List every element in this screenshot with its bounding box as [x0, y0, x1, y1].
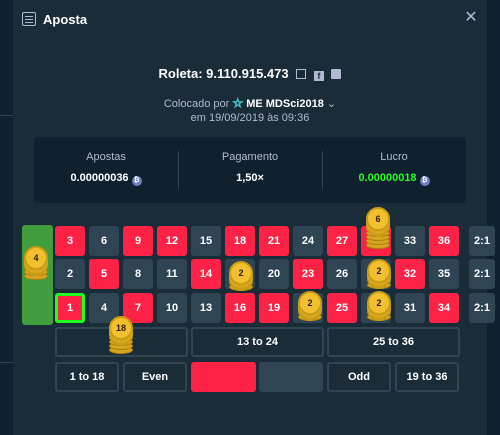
number-cell[interactable]: 10: [157, 293, 187, 323]
bet-id-line: Roleta: 9.110.915.473 f: [13, 66, 487, 81]
number-cell[interactable]: 12: [157, 226, 187, 256]
column-bet-3[interactable]: 2:1: [469, 293, 495, 323]
number-cell[interactable]: 21: [259, 226, 289, 256]
stat-payout-value: 1,50×: [236, 172, 264, 184]
backdrop-divider: [0, 362, 14, 363]
number-cell[interactable]: 24: [293, 226, 323, 256]
number-cell[interactable]: 19: [259, 293, 289, 323]
facebook-icon[interactable]: f: [313, 71, 324, 81]
bet-chip: 2: [367, 259, 391, 283]
number-cell[interactable]: 13: [191, 293, 221, 323]
vip-star-icon: ☆: [232, 96, 244, 111]
copy-icon[interactable]: [296, 69, 307, 79]
twitter-icon[interactable]: [331, 69, 342, 79]
number-cell[interactable]: 27: [327, 226, 357, 256]
bet-slip-icon: [22, 12, 36, 26]
stat-profit-value: 0.00000018 ₿: [322, 172, 466, 186]
number-cell[interactable]: 14: [191, 259, 221, 289]
stat-payout-label: Pagamento: [221, 151, 279, 163]
modal-title: Aposta: [43, 12, 88, 27]
number-cell[interactable]: 18: [225, 226, 255, 256]
stat-profit: Lucro 0.00000018 ₿: [322, 151, 466, 186]
bet-chip: 6: [366, 207, 390, 231]
bet-modal: Aposta ✕ Roleta: 9.110.915.473 f Colocad…: [13, 0, 495, 435]
low-bet[interactable]: 1 to 18: [55, 362, 119, 392]
close-button[interactable]: ✕: [463, 10, 479, 26]
number-cell[interactable]: 11: [157, 259, 187, 289]
black-bet[interactable]: [259, 362, 323, 392]
dozen-bet-2[interactable]: 13 to 24: [191, 327, 324, 357]
number-cell[interactable]: 31: [395, 293, 425, 323]
number-cell[interactable]: 15: [191, 226, 221, 256]
placed-by: Colocado por ☆ ME MDSci2018 ⌄ em 19/09/2…: [13, 96, 487, 125]
stat-bets-value: 0.00000036 ₿: [34, 172, 178, 186]
column-bet-1[interactable]: 2:1: [469, 226, 495, 256]
number-cell[interactable]: 35: [429, 259, 459, 289]
number-cell[interactable]: 2: [55, 259, 85, 289]
stat-bets-label: Apostas: [86, 151, 126, 163]
number-cell[interactable]: 9: [123, 226, 153, 256]
number-cell[interactable]: 25: [327, 293, 357, 323]
bitcoin-icon: ₿: [131, 176, 142, 186]
bet-id: Roleta: 9.110.915.473: [158, 66, 289, 81]
modal-header: Aposta ✕: [13, 0, 487, 40]
bitcoin-icon: ₿: [419, 176, 430, 186]
bet-chip: 2: [229, 261, 253, 285]
stat-bets: Apostas 0.00000036 ₿: [34, 151, 178, 186]
backdrop-divider: [0, 115, 14, 116]
bet-chip: 4: [24, 246, 48, 270]
high-bet[interactable]: 19 to 36: [395, 362, 459, 392]
bets-amount: 0.00000036: [70, 172, 129, 184]
chevron-down-icon[interactable]: ⌄: [327, 98, 336, 110]
number-cell[interactable]: 20: [259, 259, 289, 289]
number-cell[interactable]: 23: [293, 259, 323, 289]
number-cell[interactable]: 8: [123, 259, 153, 289]
number-cell[interactable]: 6: [89, 226, 119, 256]
number-cell[interactable]: 5: [89, 259, 119, 289]
bet-chip: 2: [367, 291, 391, 315]
even-bet[interactable]: Even: [123, 362, 187, 392]
bet-date: em 19/09/2019 às 09:36: [190, 112, 310, 124]
bet-chip: 2: [298, 291, 322, 315]
number-cell[interactable]: 16: [225, 293, 255, 323]
number-cell[interactable]: 33: [395, 226, 425, 256]
column-bet-2[interactable]: 2:1: [469, 259, 495, 289]
number-cell[interactable]: 36: [429, 226, 459, 256]
dozen-bet-3[interactable]: 25 to 36: [327, 327, 460, 357]
number-cell[interactable]: 1: [55, 293, 85, 323]
stat-payout: Pagamento 1,50×: [178, 151, 322, 184]
number-cell[interactable]: 32: [395, 259, 425, 289]
bet-chip: 18: [109, 316, 133, 340]
profit-amount: 0.00000018: [358, 172, 417, 184]
number-cell[interactable]: 3: [55, 226, 85, 256]
stat-profit-label: Lucro: [380, 151, 408, 163]
red-bet[interactable]: [191, 362, 256, 392]
bet-stats: Apostas 0.00000036 ₿ Pagamento 1,50× Lucr…: [34, 137, 466, 203]
placed-by-label: Colocado por: [163, 98, 230, 110]
number-cell[interactable]: 26: [327, 259, 357, 289]
username-link[interactable]: ME MDSci2018: [246, 98, 324, 110]
number-cell[interactable]: 34: [429, 293, 459, 323]
odd-bet[interactable]: Odd: [327, 362, 391, 392]
